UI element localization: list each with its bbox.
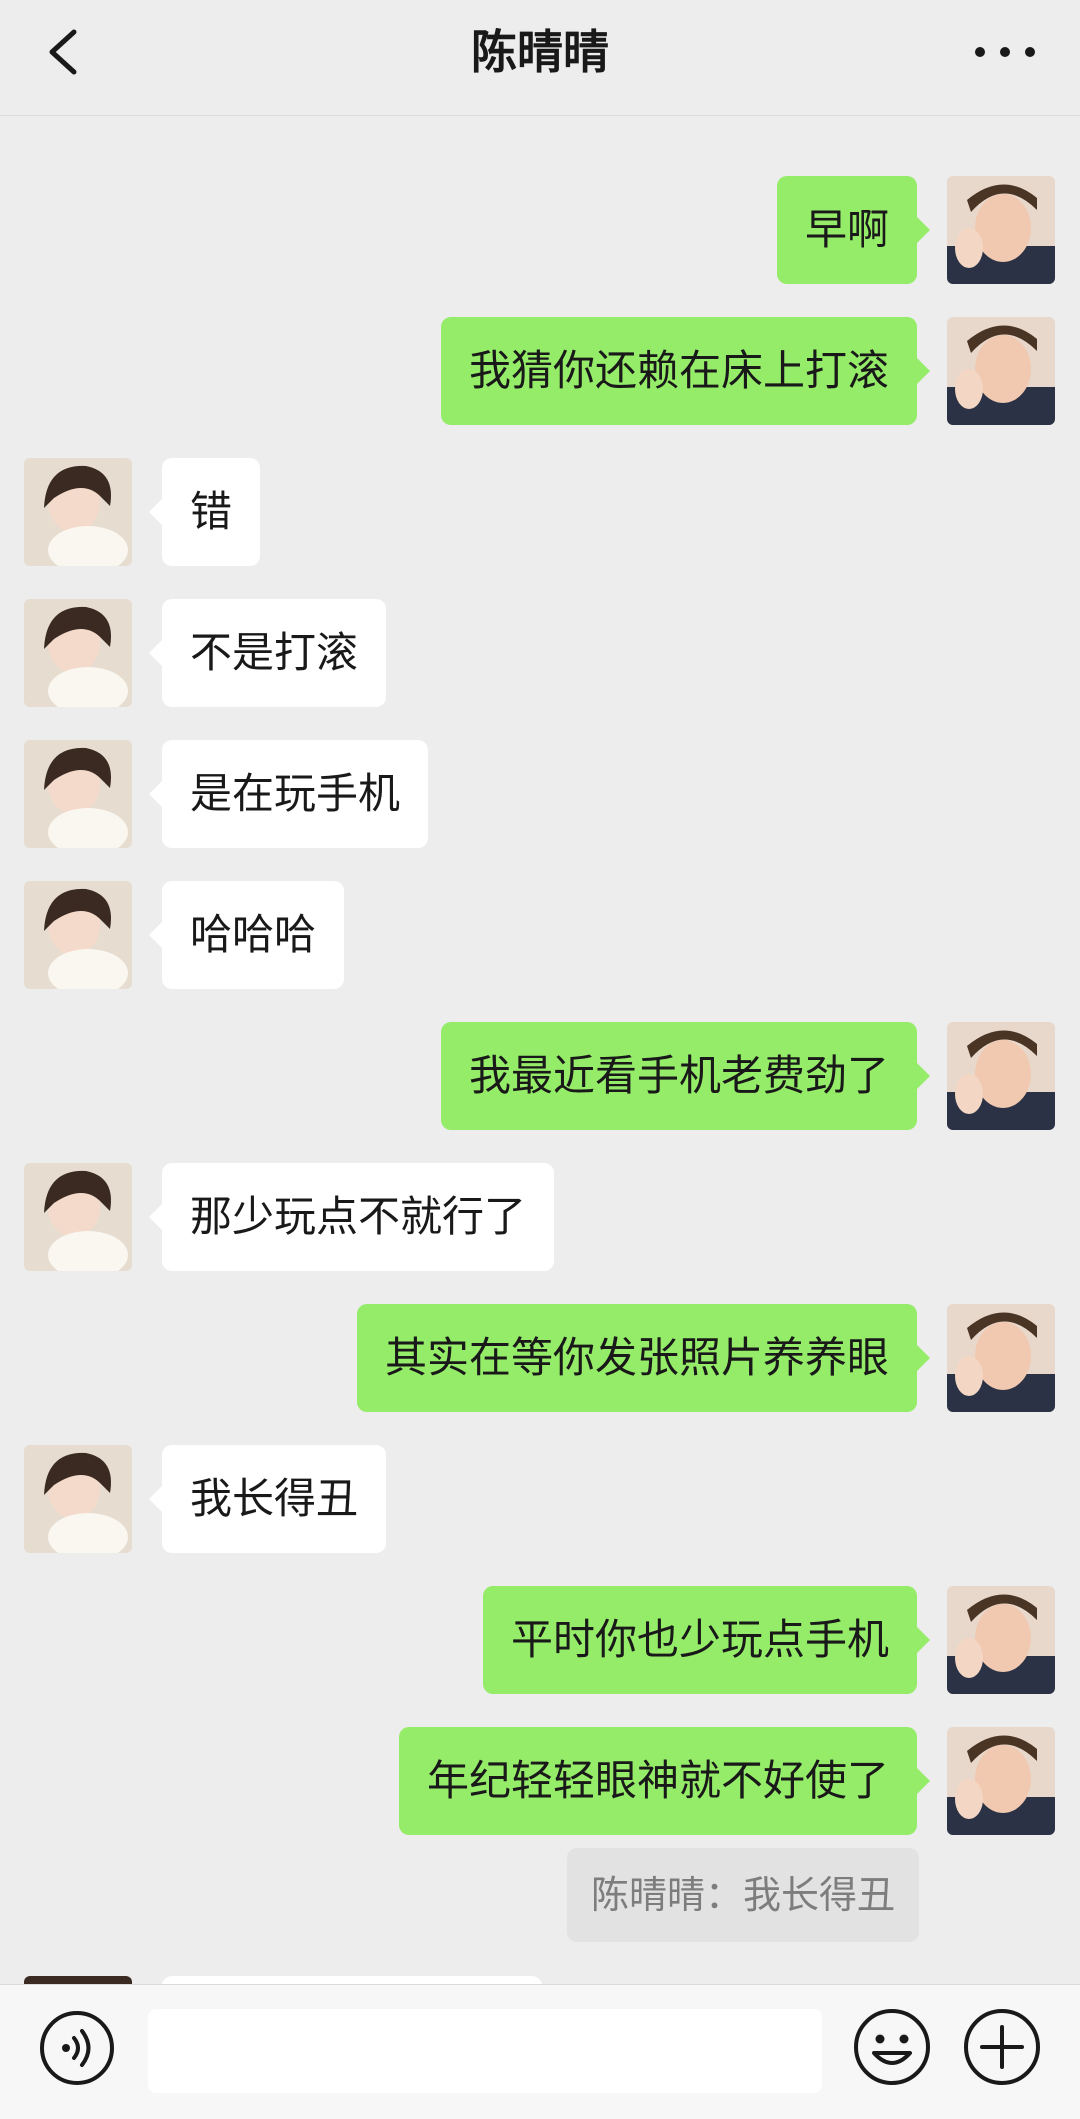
message-bubble-contact[interactable]: 我长得丑 (148, 1445, 387, 1553)
voice-button[interactable] (38, 2009, 116, 2087)
message-input[interactable] (148, 2009, 822, 2093)
message-bubble-contact[interactable]: 哈哈哈 (148, 881, 345, 989)
avatar-me[interactable] (947, 176, 1055, 284)
message-bubble-contact[interactable]: 错 (148, 458, 261, 566)
plus-icon (964, 2009, 1040, 2085)
avatar-contact[interactable] (24, 1445, 132, 1553)
more-dots-icon (975, 47, 1035, 57)
message-row: 哈哈哈 (0, 881, 1080, 989)
message-bubble-me[interactable]: 平时你也少玩点手机 (482, 1586, 931, 1694)
more-button[interactable] (970, 22, 1040, 82)
avatar-contact[interactable] (24, 599, 132, 707)
avatar-contact[interactable] (24, 1163, 132, 1271)
message-bubble-me[interactable]: 年纪轻轻眼神就不好使了 (398, 1727, 931, 1835)
message-bubble-me[interactable]: 其实在等你发张照片养养眼 (356, 1304, 931, 1412)
chat-title: 陈晴晴 (471, 25, 609, 79)
message-bubble-contact[interactable]: 是在玩手机 (148, 740, 429, 848)
message-bubble-contact[interactable]: 不是打滚 (148, 599, 387, 707)
message-row: 那少玩点不就行了 (0, 1163, 1080, 1271)
avatar-me[interactable] (947, 1304, 1055, 1412)
message-row: 平时你也少玩点手机 (0, 1586, 1080, 1694)
message-row: 不是打滚 (0, 599, 1080, 707)
more-functions-button[interactable] (962, 2007, 1042, 2087)
chat-header: 陈晴晴 (0, 0, 1080, 116)
message-bubble-me[interactable]: 我最近看手机老费劲了 (440, 1022, 931, 1130)
message-row: 其实在等你发张照片养养眼 (0, 1304, 1080, 1412)
input-bar (0, 1984, 1080, 2119)
message-row: 我最近看手机老费劲了 (0, 1022, 1080, 1130)
message-row: 我长得丑 (0, 1445, 1080, 1553)
voice-icon (40, 2011, 114, 2085)
chat-screen: 陈晴晴 早啊 我猜你还赖在床上打滚 错 不是打滚 是在玩手机 哈哈哈 我最近看手… (0, 0, 1080, 2119)
message-row: 错 (0, 458, 1080, 566)
avatar-me[interactable] (947, 317, 1055, 425)
message-row: 是在玩手机 (0, 740, 1080, 848)
message-bubble-me[interactable]: 我猜你还赖在床上打滚 (440, 317, 931, 425)
message-row: 年纪轻轻眼神就不好使了 (0, 1727, 1080, 1835)
emoji-button[interactable] (852, 2007, 932, 2087)
avatar-me[interactable] (947, 1022, 1055, 1130)
avatar-contact[interactable] (24, 740, 132, 848)
message-row: 早啊 (0, 176, 1080, 284)
avatar-me[interactable] (947, 1586, 1055, 1694)
emoji-icon (854, 2009, 930, 2085)
message-row: 我猜你还赖在床上打滚 (0, 317, 1080, 425)
avatar-contact[interactable] (24, 881, 132, 989)
avatar-me[interactable] (947, 1727, 1055, 1835)
message-bubble-contact[interactable]: 那少玩点不就行了 (148, 1163, 555, 1271)
message-bubble-me[interactable]: 早啊 (776, 176, 931, 284)
quoted-message[interactable]: 陈晴晴：我长得丑 (566, 1848, 919, 1942)
avatar-contact[interactable] (24, 458, 132, 566)
